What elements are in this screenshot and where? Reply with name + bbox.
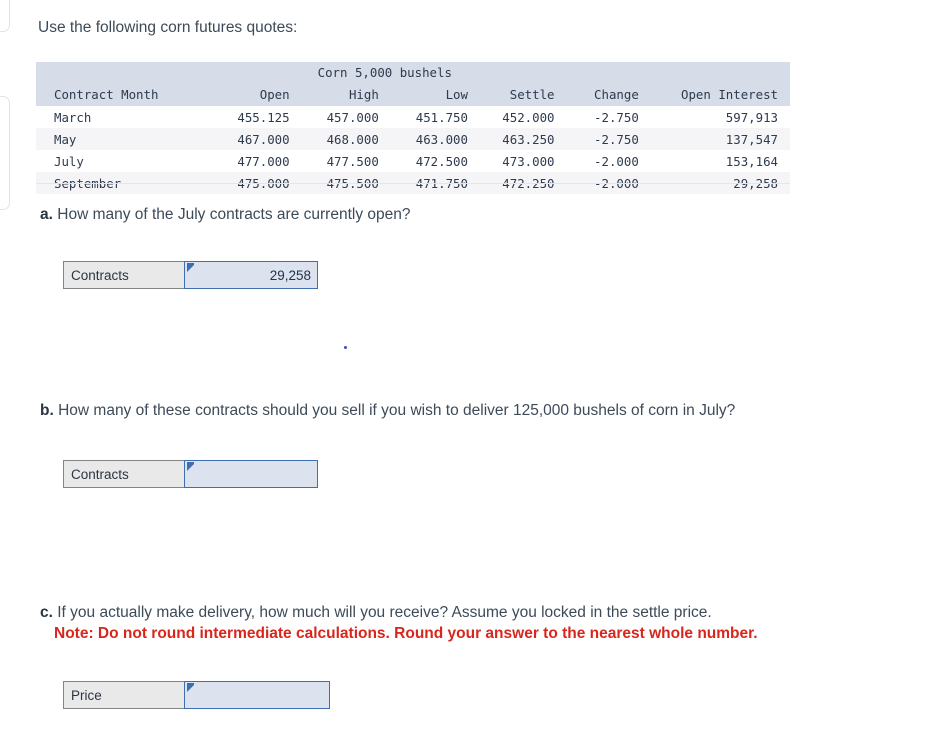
cell-month: March bbox=[36, 106, 210, 128]
question-b-marker: b. bbox=[40, 402, 54, 419]
stray-dot-artifact bbox=[344, 346, 347, 349]
table-title-spacer bbox=[36, 62, 210, 83]
cell-corner-flag-icon bbox=[187, 263, 194, 272]
cell-settle: 463.250 bbox=[473, 128, 561, 150]
question-a: a. How many of the July contracts are cu… bbox=[40, 206, 410, 224]
column-header-low: Low bbox=[384, 83, 474, 106]
table-title-spacer-4 bbox=[560, 62, 645, 83]
cell-month: May bbox=[36, 128, 210, 150]
table-bottom-divider bbox=[36, 183, 790, 184]
answer-label-a: Contracts bbox=[63, 261, 185, 289]
cell-low: 463.000 bbox=[384, 128, 474, 150]
cell-open: 455.125 bbox=[209, 106, 296, 128]
column-header-change: Change bbox=[560, 83, 645, 106]
cell-high: 468.000 bbox=[295, 128, 385, 150]
question-c-note: Note: Do not round intermediate calculat… bbox=[54, 625, 758, 642]
cell-low: 451.750 bbox=[384, 106, 474, 128]
cell-open-interest: 597,913 bbox=[644, 106, 790, 128]
column-header-high: High bbox=[295, 83, 385, 106]
answer-input-a[interactable]: 29,258 bbox=[184, 261, 318, 289]
cell-month: July bbox=[36, 150, 210, 172]
cell-settle: 452.000 bbox=[473, 106, 561, 128]
table-title-spacer-5 bbox=[644, 62, 790, 83]
column-header-contract-month: Contract Month bbox=[36, 83, 210, 106]
answer-row-b: Contracts bbox=[63, 460, 318, 488]
table-title-spacer-3 bbox=[473, 62, 561, 83]
question-b-text: How many of these contracts should you s… bbox=[58, 402, 736, 419]
cell-settle: 473.000 bbox=[473, 150, 561, 172]
table-header-row: Contract Month Open High Low Settle Chan… bbox=[36, 83, 790, 106]
column-header-settle: Settle bbox=[473, 83, 561, 106]
column-header-open: Open bbox=[209, 83, 296, 106]
cell-open-interest: 153,164 bbox=[644, 150, 790, 172]
table-row: March 455.125 457.000 451.750 452.000 -2… bbox=[36, 106, 790, 128]
answer-label-b: Contracts bbox=[63, 460, 185, 488]
cell-change: -2.750 bbox=[560, 106, 645, 128]
cell-open: 467.000 bbox=[209, 128, 296, 150]
background-card-edge-top bbox=[0, 0, 10, 32]
answer-row-c: Price bbox=[63, 681, 330, 709]
answer-row-a: Contracts 29,258 bbox=[63, 261, 318, 289]
question-c-marker: c. bbox=[40, 604, 53, 621]
answer-input-b[interactable] bbox=[184, 460, 318, 488]
answer-value-a: 29,258 bbox=[269, 267, 311, 283]
background-card-edge-middle bbox=[0, 96, 10, 210]
question-c-text: If you actually make delivery, how much … bbox=[57, 604, 712, 621]
question-b: b. How many of these contracts should yo… bbox=[40, 402, 735, 420]
cell-open-interest: 137,547 bbox=[644, 128, 790, 150]
table-title-row: Corn 5,000 bushels bbox=[36, 62, 790, 83]
cell-low: 472.500 bbox=[384, 150, 474, 172]
table-row: July 477.000 477.500 472.500 473.000 -2.… bbox=[36, 150, 790, 172]
cell-high: 477.500 bbox=[295, 150, 385, 172]
table-title: Corn 5,000 bushels bbox=[295, 62, 474, 83]
answer-label-c: Price bbox=[63, 681, 185, 709]
cell-high: 457.000 bbox=[295, 106, 385, 128]
cell-change: -2.750 bbox=[560, 128, 645, 150]
corn-futures-quotes-table: Corn 5,000 bushels Contract Month Open H… bbox=[36, 62, 790, 194]
column-header-open-interest: Open Interest bbox=[644, 83, 790, 106]
question-a-marker: a. bbox=[40, 206, 53, 223]
cell-change: -2.000 bbox=[560, 150, 645, 172]
question-a-text: How many of the July contracts are curre… bbox=[57, 206, 411, 223]
cell-corner-flag-icon bbox=[187, 462, 194, 471]
cell-open: 477.000 bbox=[209, 150, 296, 172]
cell-corner-flag-icon bbox=[187, 683, 194, 692]
question-c: c. If you actually make delivery, how mu… bbox=[40, 604, 758, 643]
intro-text: Use the following corn futures quotes: bbox=[38, 19, 298, 36]
table-row: May 467.000 468.000 463.000 463.250 -2.7… bbox=[36, 128, 790, 150]
answer-input-c[interactable] bbox=[184, 681, 330, 709]
table-title-spacer-2 bbox=[209, 62, 296, 83]
